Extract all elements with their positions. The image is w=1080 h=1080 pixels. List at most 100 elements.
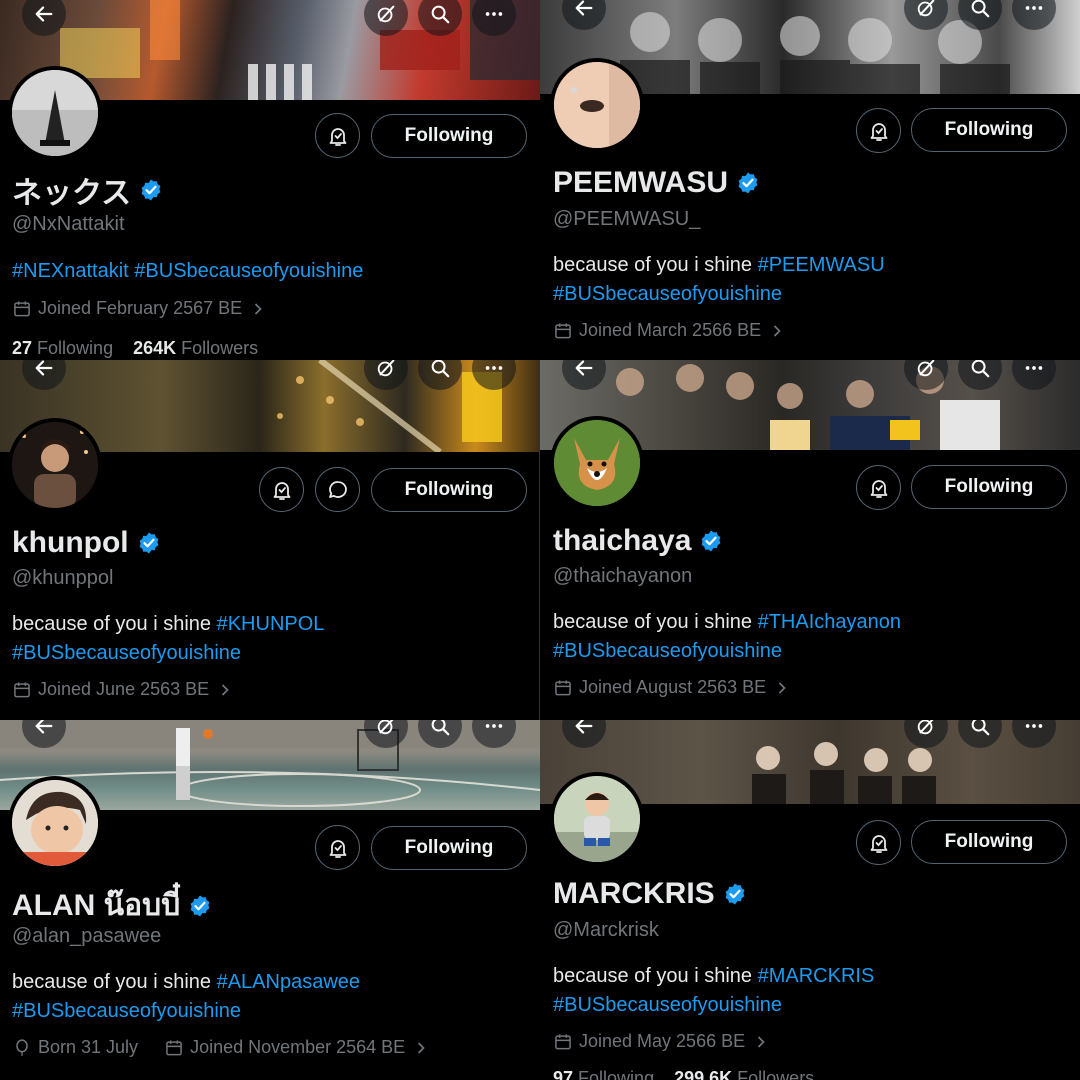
display-name: PEEMWASU: [553, 166, 760, 200]
verified-icon: [190, 895, 210, 916]
bio-hashtag[interactable]: #BUSbecauseofyouishine: [553, 994, 782, 1016]
bio-text: because of you i shine: [12, 971, 212, 993]
notifications-button[interactable]: [856, 465, 901, 510]
following-label[interactable]: Following: [37, 338, 113, 358]
chevron-right-icon: [418, 1041, 425, 1054]
profile-grid: Following ネックス @NxNattakit #NEXnattakit …: [0, 0, 1080, 1080]
following-count[interactable]: 97: [553, 1068, 573, 1080]
notification-bell-icon: [273, 481, 290, 500]
bio-hashtag[interactable]: #MARCKRIS: [758, 965, 875, 987]
notifications-button[interactable]: [315, 113, 360, 158]
bio-hashtag[interactable]: #ALANpasawee: [217, 971, 360, 993]
bio-hashtag[interactable]: #BUSbecauseofyouishine: [12, 642, 241, 664]
profile-card-alan: Following ALAN น๊อบบี๋ @alan_pasawee bec…: [0, 720, 540, 1080]
following-button[interactable]: Following: [371, 114, 527, 158]
following-button[interactable]: Following: [911, 820, 1067, 864]
joined-text: Joined March 2566 BE: [579, 320, 762, 340]
verified-icon: [702, 530, 721, 552]
following-count[interactable]: 27: [12, 338, 32, 358]
followers-label[interactable]: Followers: [181, 338, 258, 358]
grok-icon: [377, 5, 395, 23]
more-icon: [485, 12, 503, 16]
bio: because of you i shine #PEEMWASU #BUSbec…: [553, 251, 1073, 309]
more-icon: [485, 366, 503, 370]
profile-card-nex: Following ネックス @NxNattakit #NEXnattakit …: [0, 0, 540, 360]
display-name-text: thaichaya: [553, 524, 692, 557]
bio-hashtag[interactable]: #BUSbecauseofyouishine: [134, 260, 363, 282]
followers-count[interactable]: 264K: [133, 338, 176, 358]
notifications-button[interactable]: [856, 820, 901, 865]
notification-bell-icon: [870, 834, 887, 853]
display-name-text: ALAN น๊อบบี๋: [12, 889, 181, 922]
notifications-button[interactable]: [856, 108, 901, 153]
bio-hashtag[interactable]: #BUSbecauseofyouishine: [553, 283, 782, 305]
bio-hashtag[interactable]: #BUSbecauseofyouishine: [12, 1000, 241, 1022]
profile-meta: Born 31 July Joined November 2564 BE: [12, 1037, 431, 1058]
bio-hashtag[interactable]: #THAIchayanon: [758, 611, 901, 633]
message-button[interactable]: [315, 467, 360, 512]
joined-date[interactable]: Joined August 2563 BE: [553, 677, 792, 698]
notifications-button[interactable]: [259, 467, 304, 512]
following-button[interactable]: Following: [911, 465, 1067, 509]
following-button[interactable]: Following: [371, 826, 527, 870]
bio-text: because of you i shine: [553, 611, 753, 633]
followers-count[interactable]: 299.6K: [674, 1068, 732, 1080]
following-button[interactable]: Following: [911, 108, 1067, 152]
joined-date[interactable]: Joined May 2566 BE: [553, 1031, 771, 1052]
back-arrow-icon: [575, 720, 593, 734]
notification-bell-icon: [870, 479, 887, 498]
verified-icon: [725, 883, 745, 905]
bio-hashtag[interactable]: #KHUNPOL: [217, 613, 325, 635]
display-name-text: PEEMWASU: [553, 166, 729, 199]
joined-date[interactable]: Joined June 2563 BE: [12, 679, 235, 700]
avatar[interactable]: [8, 776, 102, 870]
following-button[interactable]: Following: [371, 468, 527, 512]
following-label[interactable]: Following: [578, 1068, 654, 1080]
avatar[interactable]: [8, 66, 102, 160]
display-name-text: khunpol: [12, 526, 129, 559]
display-name: thaichaya: [553, 524, 723, 558]
avatar[interactable]: [550, 772, 644, 866]
bio-hashtag[interactable]: #BUSbecauseofyouishine: [553, 640, 782, 662]
more-icon: [1025, 366, 1043, 370]
joined-text: Joined February 2567 BE: [38, 298, 243, 318]
username: @alan_pasawee: [12, 925, 162, 947]
verified-icon: [139, 532, 159, 554]
followers-label[interactable]: Followers: [737, 1068, 814, 1080]
bio-hashtag[interactable]: #PEEMWASU: [758, 254, 885, 276]
username: @khunppol: [12, 567, 114, 589]
profile-card-peemwasu: Following PEEMWASU @PEEMWASU_ because of…: [540, 0, 1080, 360]
bio: #NEXnattakit #BUSbecauseofyouishine: [12, 257, 532, 286]
username: @thaichayanon: [553, 565, 693, 587]
back-arrow-icon: [35, 6, 53, 22]
avatar[interactable]: [550, 416, 644, 510]
grok-icon: [377, 720, 394, 735]
avatar[interactable]: [8, 418, 102, 512]
calendar-icon: [14, 301, 30, 316]
search-icon: [431, 5, 450, 24]
joined-date[interactable]: Joined February 2567 BE: [12, 298, 268, 319]
search-icon: [431, 720, 450, 736]
avatar[interactable]: [550, 58, 644, 152]
username: @NxNattakit: [12, 213, 125, 235]
back-arrow-icon: [35, 720, 53, 734]
display-name: ネックス: [12, 168, 163, 212]
search-icon: [971, 0, 990, 18]
panel-divider: [539, 360, 540, 720]
bio-hashtag[interactable]: #NEXnattakit: [12, 260, 129, 282]
born-text: Born 31 July: [38, 1037, 139, 1057]
search-icon: [971, 360, 990, 378]
grok-icon: [377, 360, 395, 377]
grok-icon: [917, 720, 934, 735]
joined-text: Joined August 2563 BE: [579, 677, 767, 697]
more-icon: [485, 724, 503, 728]
calendar-icon: [166, 1040, 182, 1055]
bio-text: because of you i shine: [553, 254, 753, 276]
joined-text: Joined June 2563 BE: [38, 679, 210, 699]
notifications-button[interactable]: [315, 825, 360, 870]
chevron-right-icon: [774, 324, 781, 337]
search-icon: [971, 720, 990, 736]
joined-date[interactable]: Joined March 2566 BE: [553, 320, 787, 341]
joined-text[interactable]: Joined November 2564 BE: [190, 1037, 405, 1058]
notification-bell-icon: [870, 122, 887, 141]
